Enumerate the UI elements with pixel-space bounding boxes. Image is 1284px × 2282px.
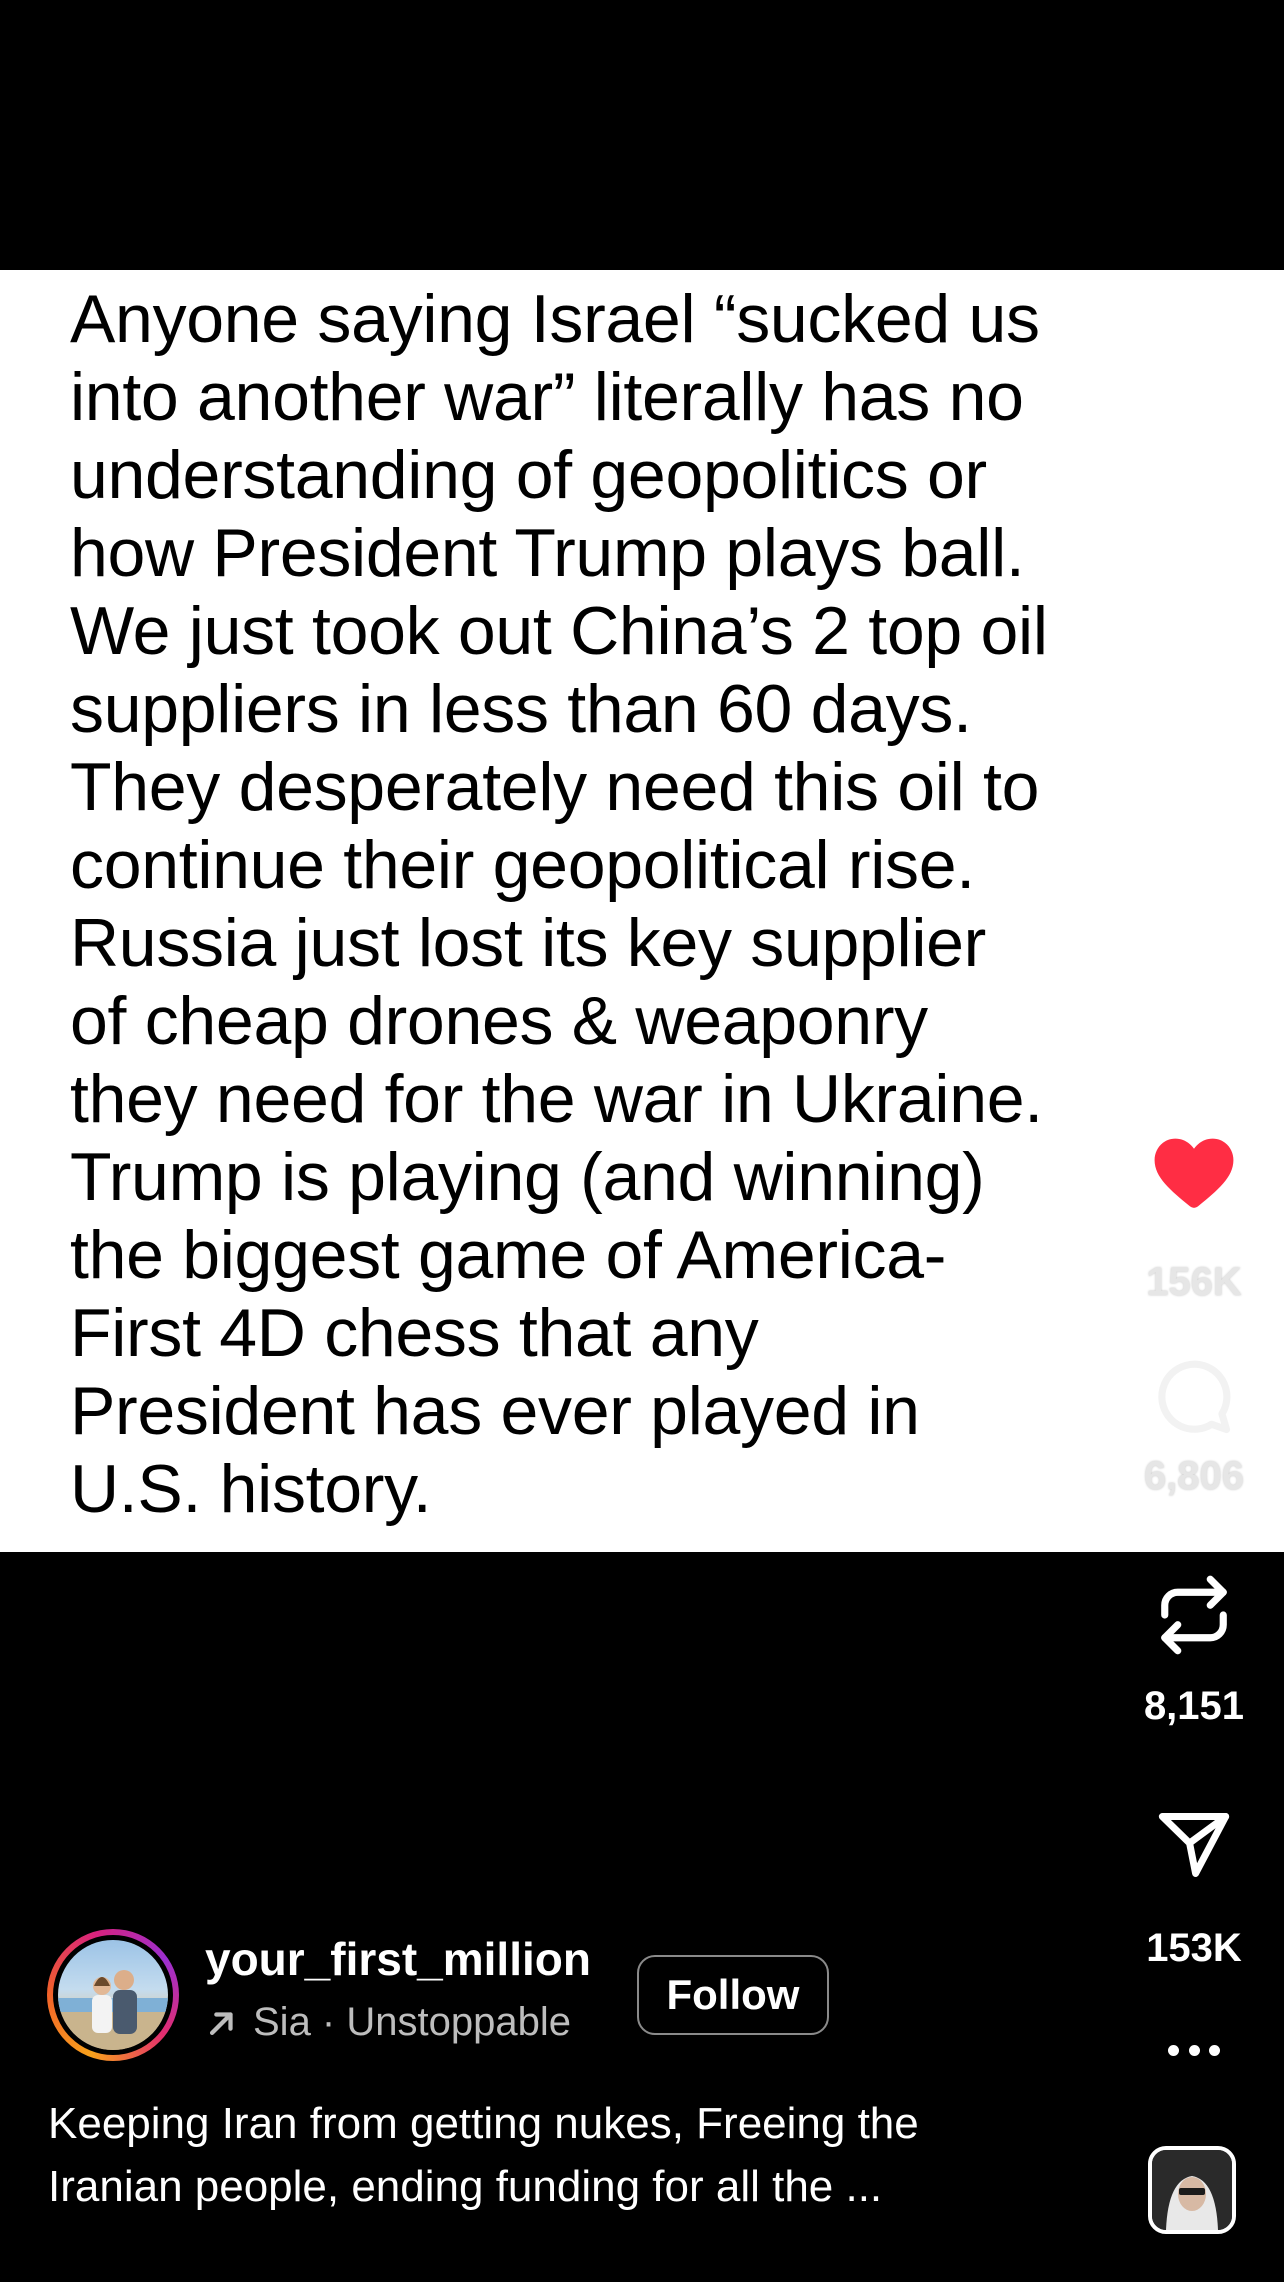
post-text-line: suppliers in less than 60 days. [70,671,972,747]
avatar-border [53,1935,173,2055]
repost-button[interactable]: 8,151 [1134,1572,1254,1729]
audio-label: Sia · Unstoppable [253,2000,571,2044]
audio-attribution[interactable]: Sia · Unstoppable [205,2000,571,2045]
caption-line: Iranian people, ending funding for all t… [48,2162,883,2211]
avatar-photo [58,1940,168,2050]
username[interactable]: your_first_million [205,1932,591,1986]
post-text-line: They desperately need this oil to [70,749,1040,825]
follow-button[interactable]: Follow [637,1955,829,2035]
send-icon [1158,1813,1230,1877]
post-text-line: the biggest game of America- [70,1217,947,1293]
caption[interactable]: Keeping Iran from getting nukes, Freeing… [48,2092,1088,2218]
post-text-line: into another war” literally has no [70,359,1024,435]
comment-button[interactable]: 6,806 [1134,1358,1254,1499]
repost-count: 8,151 [1143,1684,1245,1728]
comment-count: 6,806 [1143,1454,1245,1498]
post-text-line: We just took out China’s 2 top oil [70,593,1048,669]
arrow-up-right-icon [205,2006,239,2040]
post-text-line: how President Trump plays ball. [70,515,1025,591]
like-count: 156K [1146,1260,1242,1304]
post-text-line: continue their geopolitical rise. [70,827,975,903]
audio-cover-image [1152,2150,1232,2230]
post-text-line: First 4D chess that any [70,1295,759,1371]
more-dots-icon[interactable] [1168,2040,1220,2060]
like-button[interactable]: 156K [1134,1134,1254,1305]
dot [1209,2044,1220,2056]
caption-line: Keeping Iran from getting nukes, Freeing… [48,2099,919,2148]
post-text-line: Anyone saying Israel “sucked us [70,281,1040,357]
post-text-line: Russia just lost its key supplier [70,905,987,981]
post-text-line: they need for the war in Ukraine. [70,1061,1043,1137]
audio-track-thumbnail[interactable] [1148,2146,1236,2234]
avatar-image [58,1970,168,2050]
avatar[interactable] [47,1929,179,2061]
comment-icon [1158,1360,1231,1434]
share-count: 153K [1146,1926,1242,1970]
top-video-letterbox [0,0,1284,270]
post-text-line: Trump is playing (and winning) [70,1139,985,1215]
post-text-line: of cheap drones & weaponry [70,983,928,1059]
repost-icon [1161,1575,1227,1655]
post-text-line: President has ever played in [70,1373,920,1449]
heart-icon [1154,1138,1234,1208]
post-text-line: U.S. history. [70,1451,432,1527]
post-text-body: Anyone saying Israel “sucked us into ano… [70,280,1230,1528]
post-text-line: understanding of geopolitics or [70,437,987,513]
dot [1168,2044,1179,2056]
share-button[interactable]: 153K [1134,1810,1254,1971]
dot [1188,2044,1200,2056]
